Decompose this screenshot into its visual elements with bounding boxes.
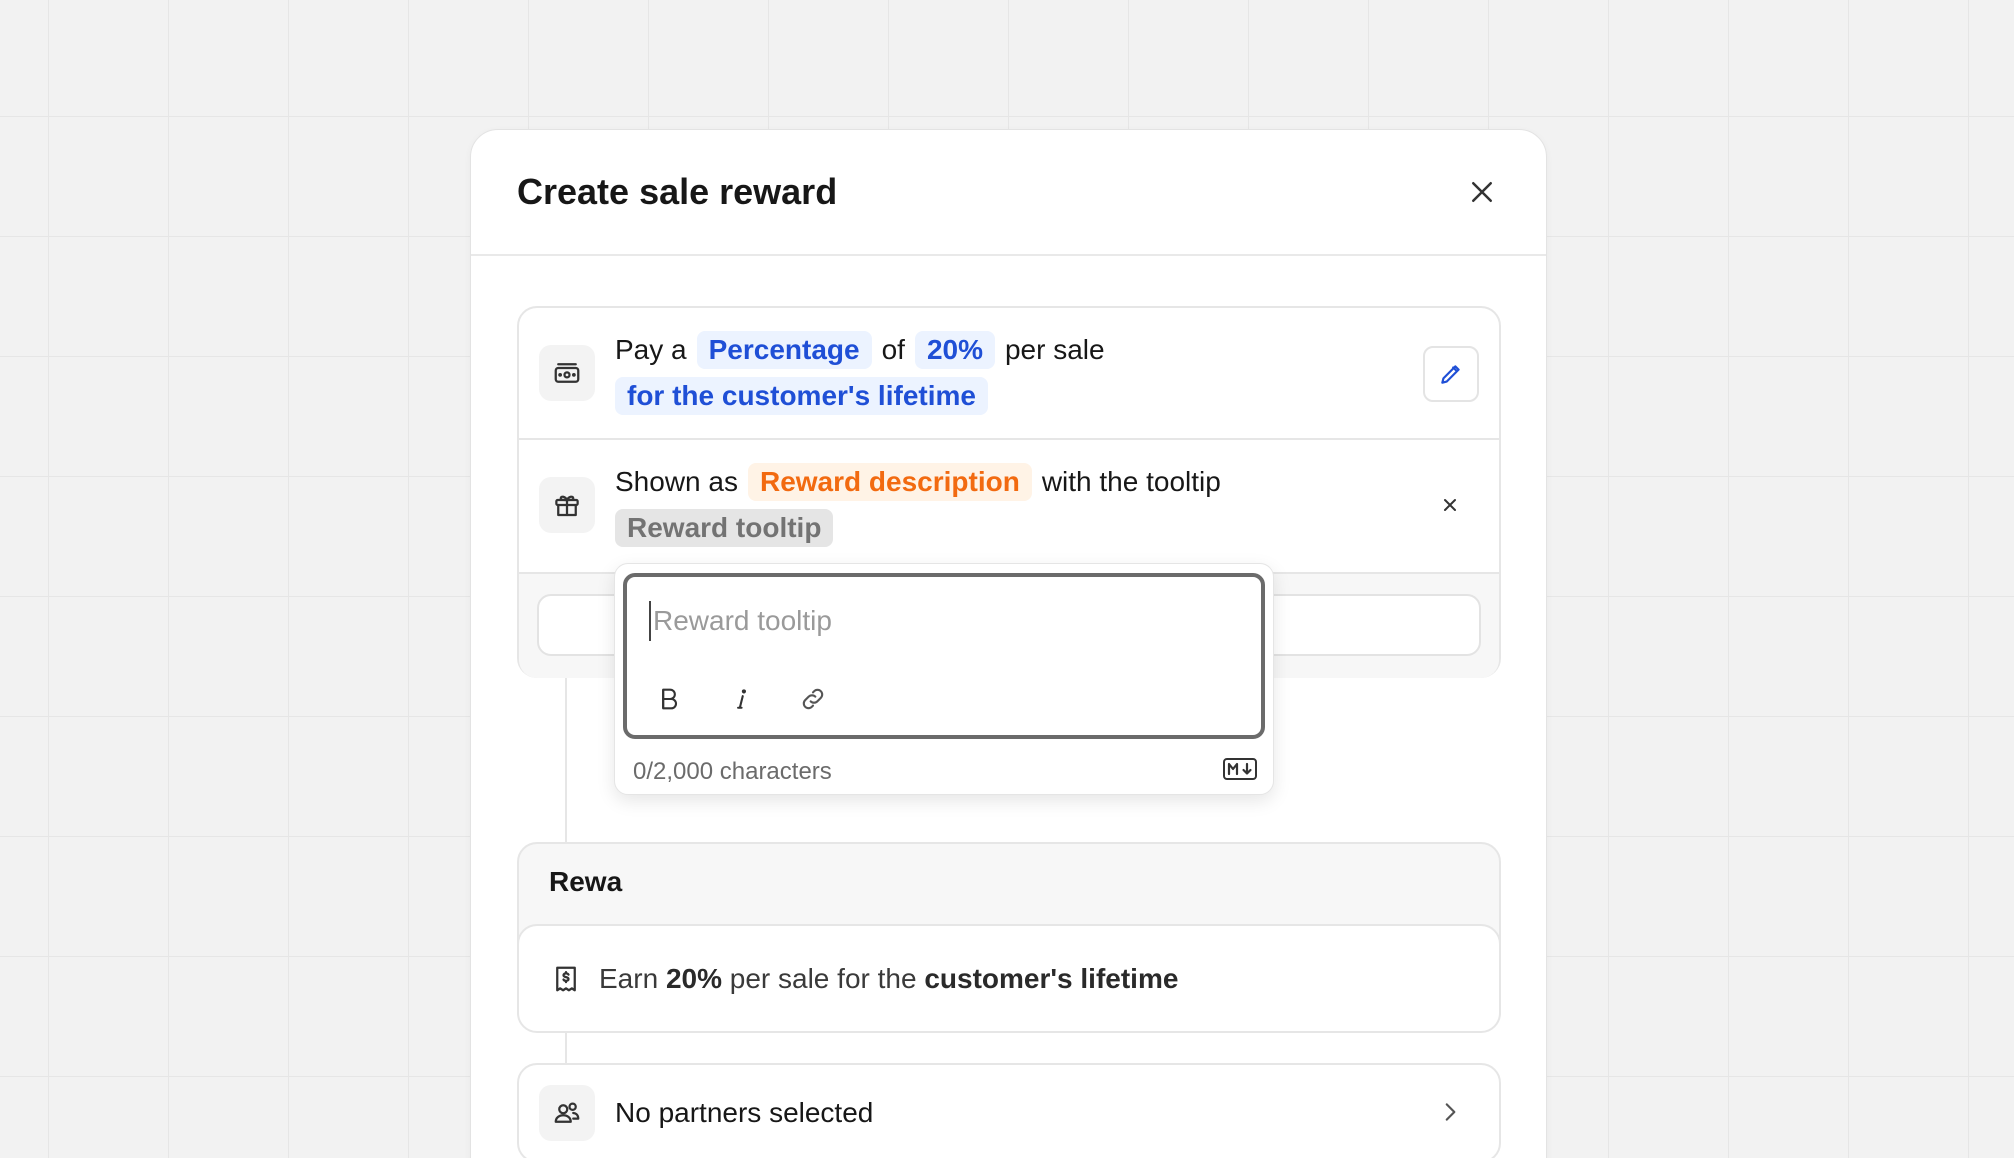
close-icon [1472, 182, 1492, 202]
preview-duration: customer's lifetime [924, 962, 1179, 994]
connector-line [565, 678, 567, 842]
tooltip-editor-popover: 0/2,000 characters [614, 563, 1274, 795]
partners-label: No partners selected [615, 1097, 874, 1128]
preview-middle: per sale for the [729, 962, 917, 994]
remove-display-button[interactable] [1435, 490, 1465, 520]
display-row: Shown as Reward description with the toolt… [519, 440, 1499, 570]
markdown-icon [1223, 758, 1257, 785]
shown-as-text: Shown as [615, 466, 738, 497]
bold-icon [662, 688, 677, 710]
tooltip-editor [623, 573, 1265, 739]
reward-preview: Rewa Earn 20% per sale for the customer'… [517, 842, 1501, 1033]
receipt-dollar-icon [556, 966, 576, 991]
payout-per: per sale [1004, 334, 1105, 365]
gift-icon-tile [539, 477, 595, 533]
italic-icon [737, 689, 747, 709]
close-button[interactable] [1460, 170, 1504, 214]
users-icon [554, 1102, 580, 1123]
link-button[interactable] [793, 679, 833, 719]
preview-text: Earn 20% per sale for the customer's lif… [599, 963, 1178, 995]
payout-prefix: Pay a [615, 334, 687, 365]
gift-icon [555, 495, 579, 517]
modal-title: Create sale reward [517, 171, 838, 212]
partners-block[interactable]: No partners selected [517, 1063, 1501, 1158]
reward-duration-chip[interactable]: for the customer's lifetime [615, 377, 988, 415]
preview-earn: Earn [599, 962, 659, 994]
preview-label: Rewa [549, 866, 623, 897]
x-icon [1444, 499, 1456, 511]
reward-description-chip[interactable]: Reward description [747, 463, 1032, 501]
character-count: 0/2,000 characters [633, 758, 832, 785]
italic-button[interactable] [721, 679, 761, 719]
payout-of: of [881, 334, 905, 365]
reward-tooltip-chip[interactable]: Reward tooltip [615, 509, 834, 547]
reward-amount-chip[interactable]: 20% [914, 331, 995, 369]
bold-button[interactable] [649, 679, 689, 719]
partners-row[interactable]: No partners selected [519, 1065, 1499, 1158]
pencil-icon [1441, 365, 1460, 384]
modal-header: Create sale reward [471, 130, 1546, 256]
connector-line [565, 1031, 567, 1063]
reward-type-chip[interactable]: Percentage [696, 331, 872, 369]
chevron-right-icon [1445, 1103, 1456, 1121]
link-icon [802, 688, 824, 710]
money-icon [554, 363, 580, 383]
edit-payout-button[interactable] [1423, 346, 1479, 402]
preview-amount: 20% [665, 962, 722, 994]
users-icon-tile [539, 1085, 595, 1141]
payout-sentence: Pay a Percentage of 20% per sale for the cus… [615, 327, 1115, 419]
payout-row: Pay a Percentage of 20% per sale for the cus… [519, 308, 1499, 438]
preview-card: Earn 20% per sale for the customer's lif… [517, 924, 1501, 1033]
tooltip-input[interactable] [649, 601, 1241, 641]
money-icon-tile [539, 345, 595, 401]
display-sentence: Shown as Reward description with the toolt… [615, 459, 1231, 551]
with-tooltip-text: with the tooltip [1041, 466, 1221, 497]
